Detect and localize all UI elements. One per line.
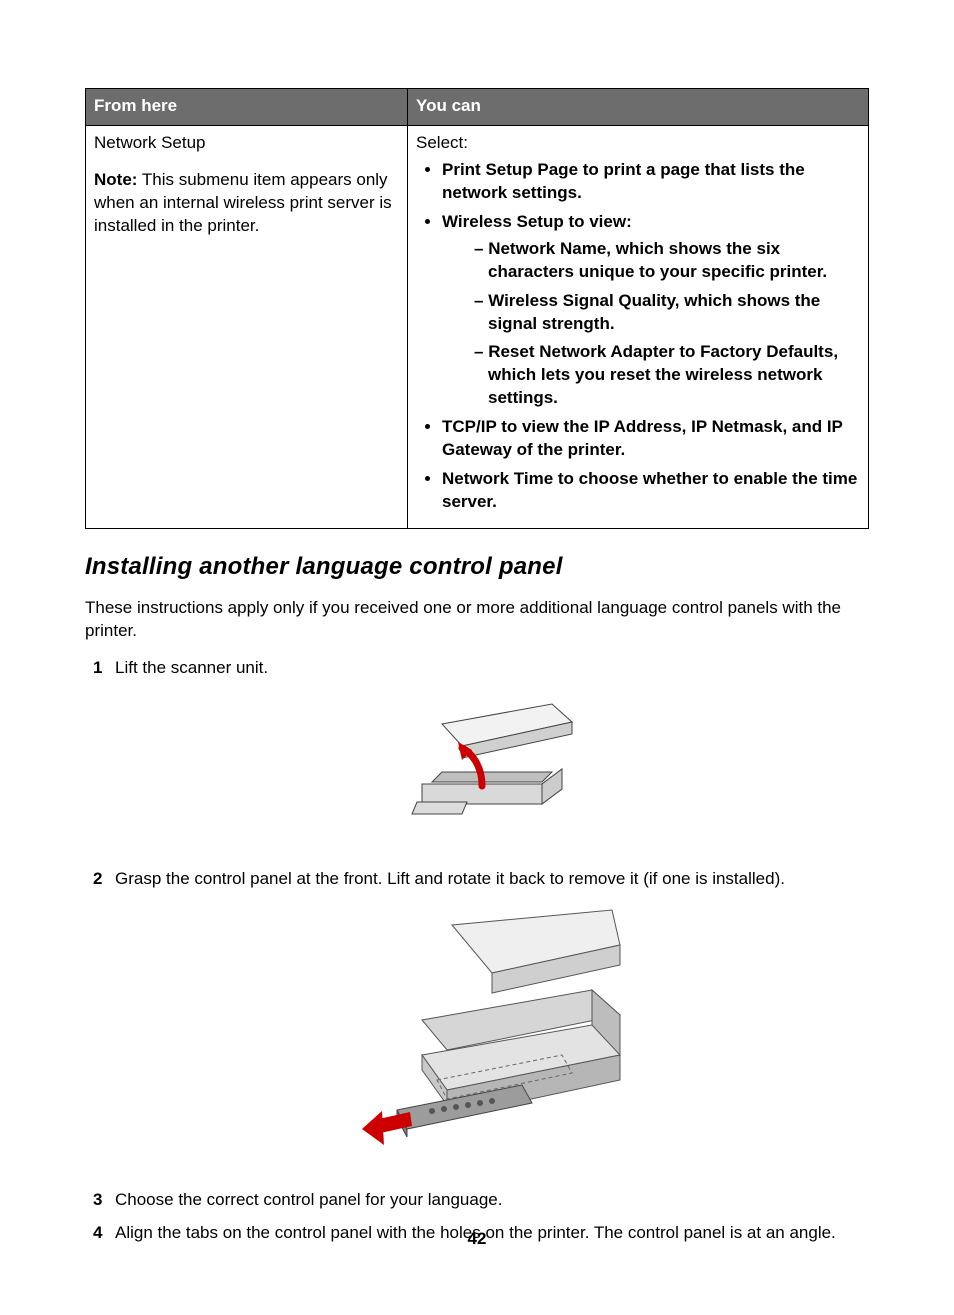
step-1: Lift the scanner unit. xyxy=(115,657,869,844)
bullet-list-primary: Print Setup Page to print a page that li… xyxy=(416,159,860,514)
table-cell-left: Network Setup Note: This submenu item ap… xyxy=(86,125,408,528)
list-item: Network Name, which shows the six charac… xyxy=(474,238,860,284)
manual-page: From here You can Network Setup Note: Th… xyxy=(0,0,954,1315)
step-text: Choose the correct control panel for you… xyxy=(115,1190,502,1209)
table-header-from-here: From here xyxy=(86,89,408,126)
table-cell-right: Select: Print Setup Page to print a page… xyxy=(408,125,869,528)
printer-remove-control-panel-icon xyxy=(362,905,622,1165)
list-item: Network Time to choose whether to enable… xyxy=(442,468,860,514)
list-item: Reset Network Adapter to Factory Default… xyxy=(474,341,860,410)
note-text: This submenu item appears only when an i… xyxy=(94,170,392,235)
dash-list: Network Name, which shows the six charac… xyxy=(442,238,860,411)
step-3: Choose the correct control panel for you… xyxy=(115,1189,869,1212)
network-setup-table: From here You can Network Setup Note: Th… xyxy=(85,88,869,529)
note-label: Note: xyxy=(94,170,137,189)
steps-list: Lift the scanner unit. xyxy=(85,657,869,1245)
intro-text: These instructions apply only if you rec… xyxy=(85,597,869,643)
step-2: Grasp the control panel at the front. Li… xyxy=(115,868,869,1165)
list-item: Wireless Setup to view: Network Name, wh… xyxy=(442,211,860,411)
figure-lift-scanner xyxy=(115,694,869,844)
table-header-you-can: You can xyxy=(408,89,869,126)
printer-lid-open-icon xyxy=(402,694,582,844)
list-item: TCP/IP to view the IP Address, IP Netmas… xyxy=(442,416,860,462)
list-item: Wireless Signal Quality, which shows the… xyxy=(474,290,860,336)
step-text: Grasp the control panel at the front. Li… xyxy=(115,869,785,888)
section-heading: Installing another language control pane… xyxy=(85,551,869,583)
menu-item-note: Note: This submenu item appears only whe… xyxy=(94,169,399,238)
step-text: Lift the scanner unit. xyxy=(115,658,268,677)
page-number: 42 xyxy=(0,1228,954,1251)
figure-remove-panel xyxy=(115,905,869,1165)
list-item: Print Setup Page to print a page that li… xyxy=(442,159,860,205)
menu-item-title: Network Setup xyxy=(94,132,399,155)
select-lead: Select: xyxy=(416,132,860,155)
